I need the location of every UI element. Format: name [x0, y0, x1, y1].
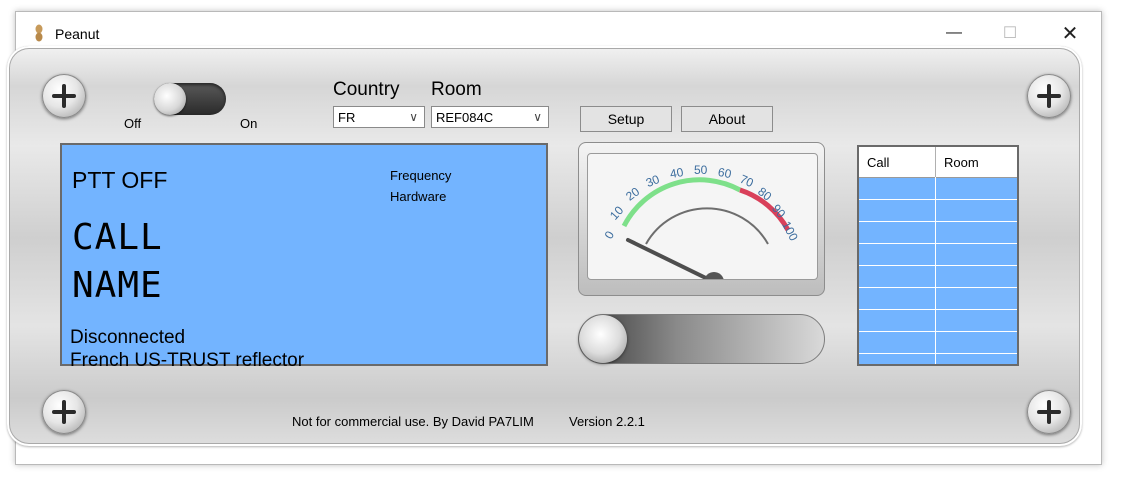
status-display: PTT OFF Frequency Hardware CALL NAME Dis… [60, 143, 548, 371]
chevron-down-icon: ∨ [409, 110, 418, 124]
credit-text: Not for commercial use. By David PA7LIM [292, 414, 534, 429]
meter-scale-label: 90 [769, 201, 789, 221]
hardware-label: Hardware [390, 189, 447, 204]
close-icon: ✕ [1061, 22, 1079, 45]
table-row[interactable] [859, 332, 1017, 354]
meter-scale-label: 80 [755, 184, 775, 204]
room-value: REF084C [436, 110, 494, 125]
room-label: Room [431, 79, 482, 100]
column-header-call[interactable]: Call [859, 147, 936, 177]
table-row[interactable] [859, 310, 1017, 332]
power-toggle-knob[interactable] [154, 83, 186, 115]
screw-icon [42, 390, 86, 434]
volume-slider[interactable] [578, 314, 825, 364]
call-display: CALL [72, 217, 163, 258]
power-off-label: Off [124, 116, 142, 131]
about-button[interactable]: About [681, 106, 773, 132]
country-select[interactable]: FR ∨ [333, 106, 425, 128]
meter-scale-label: 100 [779, 218, 801, 244]
peanut-icon [35, 24, 43, 42]
chevron-down-icon: ∨ [533, 110, 542, 124]
power-on-label: On [240, 116, 258, 131]
meter-scale: 0 10 20 30 40 50 60 70 80 90 100 [588, 154, 817, 279]
volume-slider-knob[interactable] [579, 315, 627, 363]
table-row[interactable] [859, 178, 1017, 200]
maximize-icon: ☐ [1002, 25, 1018, 42]
call-table[interactable]: Call Room [857, 145, 1019, 366]
connection-status: Disconnected [70, 327, 186, 348]
meter-scale-label: 40 [668, 164, 685, 182]
meter-scale-label: 10 [607, 203, 627, 223]
signal-meter: 0 10 20 30 40 50 60 70 80 90 100 [578, 142, 825, 296]
reflector-description: French US-TRUST reflector [70, 350, 305, 371]
meter-scale-label: 20 [623, 184, 643, 204]
meter-scale-label: 50 [694, 163, 708, 177]
table-row[interactable] [859, 244, 1017, 266]
meter-scale-label: 60 [716, 164, 733, 182]
table-row[interactable] [859, 200, 1017, 222]
name-display: NAME [72, 265, 163, 306]
meter-scale-label: 70 [737, 171, 756, 191]
country-value: FR [338, 110, 356, 125]
meter-face: 0 10 20 30 40 50 60 70 80 90 100 [587, 153, 818, 280]
ptt-status: PTT OFF [72, 167, 168, 193]
screw-icon [1027, 74, 1071, 118]
table-row[interactable] [859, 222, 1017, 244]
window-title: Peanut [55, 26, 100, 42]
screw-icon [1027, 390, 1071, 434]
table-header: Call Room [859, 147, 1017, 178]
room-select[interactable]: REF084C ∨ [431, 106, 549, 128]
screw-icon [42, 74, 86, 118]
minimize-icon: — [946, 24, 962, 41]
country-label: Country [333, 79, 400, 100]
version-text: Version 2.2.1 [569, 414, 645, 429]
table-row[interactable] [859, 288, 1017, 310]
power-toggle[interactable] [154, 83, 226, 115]
column-header-room[interactable]: Room [936, 147, 1017, 177]
frequency-label: Frequency [390, 168, 452, 183]
meter-scale-label: 0 [601, 228, 618, 242]
setup-button[interactable]: Setup [580, 106, 672, 132]
meter-scale-label: 30 [643, 172, 662, 190]
table-row[interactable] [859, 266, 1017, 288]
